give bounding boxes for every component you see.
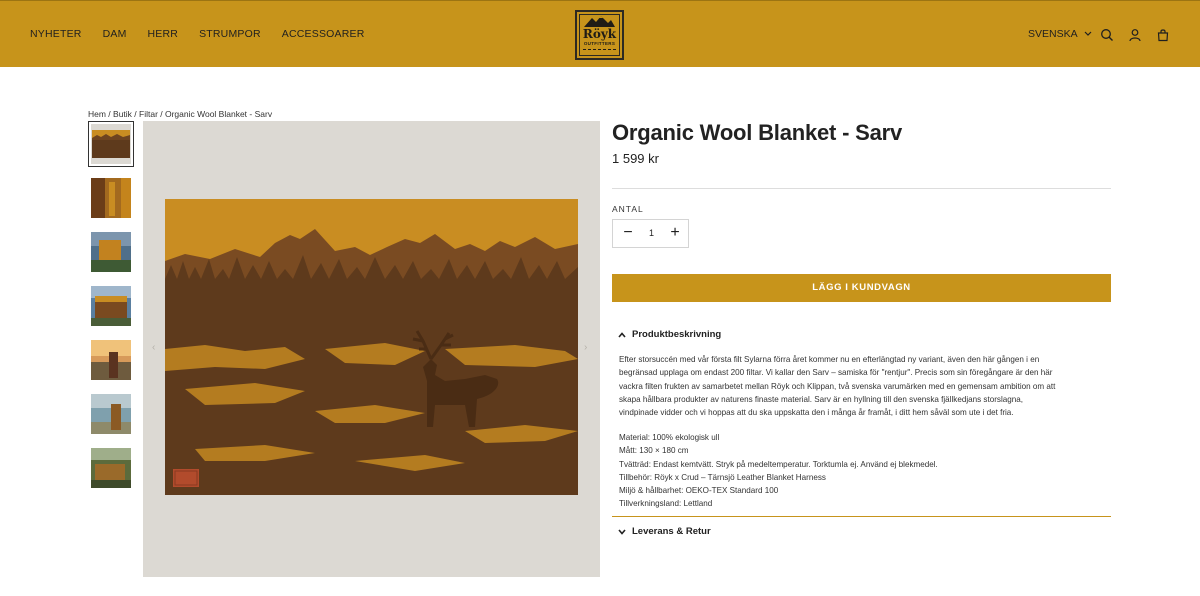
logo[interactable]: Röyk OUTFITTERS	[575, 10, 624, 60]
mountain-icon	[584, 16, 615, 27]
accordion-shipping-title: Leverans & Retur	[632, 526, 711, 537]
description-line: begränsad upplaga om endast 200 filtar. …	[619, 368, 1053, 378]
chevron-up-icon	[618, 331, 626, 338]
spec-accessory: Tillbehör: Röyk x Crud – Tärnsjö Leather…	[619, 472, 826, 482]
chevron-right-icon[interactable]: ›	[584, 342, 587, 353]
thumbnail-person-blanket-image	[91, 286, 131, 326]
nav-nyheter[interactable]: NYHETER	[30, 28, 82, 40]
thumbnail-lake-image	[91, 394, 131, 434]
blanket-illustration	[165, 199, 578, 495]
description-line: Efter storsuccén med vår första filt Syl…	[619, 355, 1040, 364]
thumbnail-5[interactable]	[88, 337, 134, 383]
product-title: Organic Wool Blanket - Sarv	[612, 120, 903, 145]
thumbnail-list	[88, 121, 134, 499]
thumbnail-blanket-image	[91, 124, 131, 164]
breadcrumb[interactable]: Hem / Butik / Filtar / Organic Wool Blan…	[88, 109, 272, 119]
nav-dam[interactable]: DAM	[103, 28, 127, 40]
chevron-down-icon	[618, 528, 626, 535]
language-label: SVENSKA	[1028, 28, 1078, 40]
spec-care: Tvätträd: Endast kemtvätt. Stryk på mede…	[619, 459, 938, 469]
nav-strumpor[interactable]: STRUMPOR	[199, 28, 261, 40]
spec-sustainability: Miljö & hållbarhet: OEKO-TEX Standard 10…	[619, 486, 779, 496]
quantity-label: ANTAL	[612, 204, 644, 214]
quantity-stepper: − 1 +	[612, 219, 689, 248]
nav-herr[interactable]: HERR	[148, 28, 179, 40]
thumbnail-3[interactable]	[88, 229, 134, 275]
accordion-divider	[612, 516, 1111, 517]
spec-material: Material: 100% ekologisk ull	[619, 433, 720, 442]
thumbnail-outdoor-image	[91, 232, 131, 272]
quantity-value[interactable]: 1	[643, 228, 660, 238]
product-main-image[interactable]: ‹ ›	[143, 121, 600, 577]
description-line: vackra filten frukten av samarbetet mell…	[619, 381, 1056, 391]
add-to-cart-button[interactable]: LÄGG I KUNDVAGN	[612, 274, 1111, 302]
product-specs: Material: 100% ekologisk ull Mått: 130 ×…	[619, 431, 1109, 511]
thumbnail-6[interactable]	[88, 391, 134, 437]
description-line: skapa hållbara produkter av naturens fin…	[619, 394, 1024, 404]
quantity-decrease-button[interactable]: −	[621, 225, 635, 243]
thumbnail-forest-image	[91, 448, 131, 488]
thumbnail-closeup-image	[91, 178, 131, 218]
chevron-down-icon	[1084, 31, 1092, 36]
accordion-description-header[interactable]: Produktbeskrivning	[618, 329, 721, 340]
thumbnail-1[interactable]	[88, 121, 134, 167]
thumbnail-4[interactable]	[88, 283, 134, 329]
accordion-description-title: Produktbeskrivning	[632, 329, 722, 340]
logo-brand: Röyk	[582, 27, 617, 41]
nav-accessoarer[interactable]: ACCESSOARER	[282, 28, 365, 40]
search-icon[interactable]	[1100, 28, 1114, 42]
thumbnail-7[interactable]	[88, 445, 134, 491]
account-icon[interactable]	[1128, 28, 1142, 42]
product-price: 1 599 kr	[612, 151, 659, 166]
product-description: Efter storsuccén med vår första filt Syl…	[619, 353, 1109, 419]
main-nav: NYHETER DAM HERR STRUMPOR ACCESSOARER	[30, 28, 386, 40]
spec-size: Mått: 130 × 180 cm	[619, 446, 689, 456]
logo-rule	[583, 49, 616, 52]
language-selector[interactable]: SVENSKA	[1028, 28, 1092, 40]
cart-icon[interactable]	[1156, 28, 1170, 42]
divider	[612, 188, 1111, 189]
thumbnail-2[interactable]	[88, 175, 134, 221]
logo-subtitle: OUTFITTERS	[583, 41, 616, 46]
quantity-increase-button[interactable]: +	[668, 224, 682, 242]
site-header: NYHETER DAM HERR STRUMPOR ACCESSOARER Rö…	[0, 0, 1200, 67]
thumbnail-sunset-image	[91, 340, 131, 380]
description-line: vindpinade vidder och vi hoppas att du s…	[619, 408, 1014, 418]
spec-origin: Tillverkningsland: Lettland	[619, 499, 713, 509]
accordion-shipping-header[interactable]: Leverans & Retur	[618, 526, 711, 537]
chevron-left-icon[interactable]: ‹	[152, 342, 155, 353]
